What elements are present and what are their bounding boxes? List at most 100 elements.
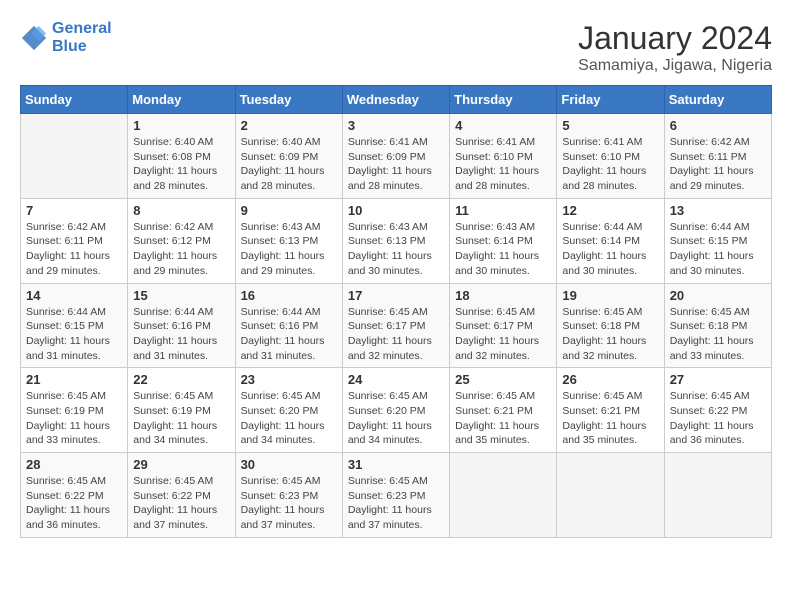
calendar-cell: 20 Sunrise: 6:45 AM Sunset: 6:18 PM Dayli… [664, 283, 771, 368]
day-info: Sunrise: 6:45 AM Sunset: 6:22 PM Dayligh… [133, 474, 229, 533]
logo: General Blue [20, 20, 112, 55]
calendar-week-row: 1 Sunrise: 6:40 AM Sunset: 6:08 PM Daylig… [21, 114, 772, 199]
location-subtitle: Samamiya, Jigawa, Nigeria [578, 57, 772, 75]
day-number: 31 [348, 457, 444, 472]
day-info: Sunrise: 6:45 AM Sunset: 6:23 PM Dayligh… [348, 474, 444, 533]
calendar-cell: 10Sunrise: 6:43 AM Sunset: 6:13 PM Dayli… [342, 198, 449, 283]
calendar-cell: 25 Sunrise: 6:45 AM Sunset: 6:21 PM Dayli… [450, 368, 557, 453]
weekday-header-friday: Friday [557, 86, 664, 114]
calendar-cell: 15 Sunrise: 6:44 AM Sunset: 6:16 PM Dayli… [128, 283, 235, 368]
day-number: 12 [562, 203, 658, 218]
calendar-cell: 6Sunrise: 6:42 AM Sunset: 6:11 PM Daylig… [664, 114, 771, 199]
day-number: 29 [133, 457, 229, 472]
calendar-cell: 29 Sunrise: 6:45 AM Sunset: 6:22 PM Dayli… [128, 453, 235, 538]
day-number: 26 [562, 372, 658, 387]
day-number: 3 [348, 118, 444, 133]
calendar-cell: 4Sunrise: 6:41 AM Sunset: 6:10 PM Daylig… [450, 114, 557, 199]
day-number: 25 [455, 372, 551, 387]
day-info: Sunrise: 6:45 AM Sunset: 6:22 PM Dayligh… [670, 389, 766, 448]
calendar-cell: 24 Sunrise: 6:45 AM Sunset: 6:20 PM Dayli… [342, 368, 449, 453]
calendar-cell [450, 453, 557, 538]
day-number: 8 [133, 203, 229, 218]
weekday-header-wednesday: Wednesday [342, 86, 449, 114]
calendar-cell: 16Sunrise: 6:44 AM Sunset: 6:16 PM Dayli… [235, 283, 342, 368]
day-number: 4 [455, 118, 551, 133]
calendar-table: SundayMondayTuesdayWednesdayThursdayFrid… [20, 85, 772, 538]
day-info: Sunrise: 6:45 AM Sunset: 6:17 PM Dayligh… [455, 305, 551, 364]
calendar-week-row: 21Sunrise: 6:45 AM Sunset: 6:19 PM Dayli… [21, 368, 772, 453]
day-info: Sunrise: 6:42 AM Sunset: 6:11 PM Dayligh… [26, 220, 122, 279]
day-info: Sunrise: 6:44 AM Sunset: 6:14 PM Dayligh… [562, 220, 658, 279]
calendar-cell: 18 Sunrise: 6:45 AM Sunset: 6:17 PM Dayli… [450, 283, 557, 368]
title-block: January 2024 Samamiya, Jigawa, Nigeria [578, 20, 772, 75]
day-info: Sunrise: 6:44 AM Sunset: 6:15 PM Dayligh… [670, 220, 766, 279]
calendar-cell: 9 Sunrise: 6:43 AM Sunset: 6:13 PM Daylig… [235, 198, 342, 283]
logo-icon [20, 24, 48, 52]
day-number: 2 [241, 118, 337, 133]
logo-text-general: General [52, 20, 112, 37]
month-year-title: January 2024 [578, 20, 772, 57]
day-info: Sunrise: 6:45 AM Sunset: 6:19 PM Dayligh… [133, 389, 229, 448]
day-info: Sunrise: 6:44 AM Sunset: 6:15 PM Dayligh… [26, 305, 122, 364]
day-info: Sunrise: 6:41 AM Sunset: 6:09 PM Dayligh… [348, 135, 444, 194]
calendar-cell: 22Sunrise: 6:45 AM Sunset: 6:19 PM Dayli… [128, 368, 235, 453]
weekday-header-thursday: Thursday [450, 86, 557, 114]
day-number: 23 [241, 372, 337, 387]
calendar-cell: 11 Sunrise: 6:43 AM Sunset: 6:14 PM Dayli… [450, 198, 557, 283]
day-number: 17 [348, 288, 444, 303]
calendar-cell: 14Sunrise: 6:44 AM Sunset: 6:15 PM Dayli… [21, 283, 128, 368]
day-number: 9 [241, 203, 337, 218]
calendar-cell: 1 Sunrise: 6:40 AM Sunset: 6:08 PM Daylig… [128, 114, 235, 199]
day-info: Sunrise: 6:42 AM Sunset: 6:11 PM Dayligh… [670, 135, 766, 194]
day-info: Sunrise: 6:45 AM Sunset: 6:21 PM Dayligh… [562, 389, 658, 448]
calendar-cell [557, 453, 664, 538]
day-number: 13 [670, 203, 766, 218]
day-info: Sunrise: 6:43 AM Sunset: 6:13 PM Dayligh… [241, 220, 337, 279]
day-number: 15 [133, 288, 229, 303]
calendar-week-row: 28Sunrise: 6:45 AM Sunset: 6:22 PM Dayli… [21, 453, 772, 538]
logo-text-blue: Blue [52, 38, 112, 56]
calendar-cell: 5 Sunrise: 6:41 AM Sunset: 6:10 PM Daylig… [557, 114, 664, 199]
calendar-week-row: 7 Sunrise: 6:42 AM Sunset: 6:11 PM Daylig… [21, 198, 772, 283]
calendar-week-row: 14Sunrise: 6:44 AM Sunset: 6:15 PM Dayli… [21, 283, 772, 368]
calendar-cell: 30 Sunrise: 6:45 AM Sunset: 6:23 PM Dayli… [235, 453, 342, 538]
calendar-cell: 8 Sunrise: 6:42 AM Sunset: 6:12 PM Daylig… [128, 198, 235, 283]
day-number: 30 [241, 457, 337, 472]
day-number: 7 [26, 203, 122, 218]
day-number: 18 [455, 288, 551, 303]
day-number: 11 [455, 203, 551, 218]
calendar-cell: 26 Sunrise: 6:45 AM Sunset: 6:21 PM Dayli… [557, 368, 664, 453]
calendar-cell: 28Sunrise: 6:45 AM Sunset: 6:22 PM Dayli… [21, 453, 128, 538]
day-info: Sunrise: 6:45 AM Sunset: 6:20 PM Dayligh… [241, 389, 337, 448]
calendar-cell [21, 114, 128, 199]
day-number: 5 [562, 118, 658, 133]
calendar-cell: 3 Sunrise: 6:41 AM Sunset: 6:09 PM Daylig… [342, 114, 449, 199]
day-info: Sunrise: 6:43 AM Sunset: 6:14 PM Dayligh… [455, 220, 551, 279]
day-info: Sunrise: 6:45 AM Sunset: 6:19 PM Dayligh… [26, 389, 122, 448]
calendar-body: 1 Sunrise: 6:40 AM Sunset: 6:08 PM Daylig… [21, 114, 772, 538]
day-number: 1 [133, 118, 229, 133]
day-info: Sunrise: 6:42 AM Sunset: 6:12 PM Dayligh… [133, 220, 229, 279]
weekday-header-sunday: Sunday [21, 86, 128, 114]
day-info: Sunrise: 6:45 AM Sunset: 6:23 PM Dayligh… [241, 474, 337, 533]
calendar-cell: 7 Sunrise: 6:42 AM Sunset: 6:11 PM Daylig… [21, 198, 128, 283]
day-number: 24 [348, 372, 444, 387]
page-header: General Blue January 2024 Samamiya, Jiga… [20, 20, 772, 75]
day-info: Sunrise: 6:45 AM Sunset: 6:21 PM Dayligh… [455, 389, 551, 448]
day-info: Sunrise: 6:41 AM Sunset: 6:10 PM Dayligh… [562, 135, 658, 194]
day-number: 20 [670, 288, 766, 303]
day-info: Sunrise: 6:45 AM Sunset: 6:18 PM Dayligh… [562, 305, 658, 364]
calendar-cell: 31 Sunrise: 6:45 AM Sunset: 6:23 PM Dayli… [342, 453, 449, 538]
day-number: 19 [562, 288, 658, 303]
calendar-cell: 21Sunrise: 6:45 AM Sunset: 6:19 PM Dayli… [21, 368, 128, 453]
calendar-cell: 12 Sunrise: 6:44 AM Sunset: 6:14 PM Dayli… [557, 198, 664, 283]
weekday-header-tuesday: Tuesday [235, 86, 342, 114]
day-number: 27 [670, 372, 766, 387]
day-info: Sunrise: 6:44 AM Sunset: 6:16 PM Dayligh… [133, 305, 229, 364]
day-info: Sunrise: 6:45 AM Sunset: 6:18 PM Dayligh… [670, 305, 766, 364]
day-info: Sunrise: 6:40 AM Sunset: 6:08 PM Dayligh… [133, 135, 229, 194]
day-info: Sunrise: 6:45 AM Sunset: 6:22 PM Dayligh… [26, 474, 122, 533]
calendar-cell: 23 Sunrise: 6:45 AM Sunset: 6:20 PM Dayli… [235, 368, 342, 453]
calendar-cell: 2Sunrise: 6:40 AM Sunset: 6:09 PM Daylig… [235, 114, 342, 199]
day-info: Sunrise: 6:45 AM Sunset: 6:20 PM Dayligh… [348, 389, 444, 448]
